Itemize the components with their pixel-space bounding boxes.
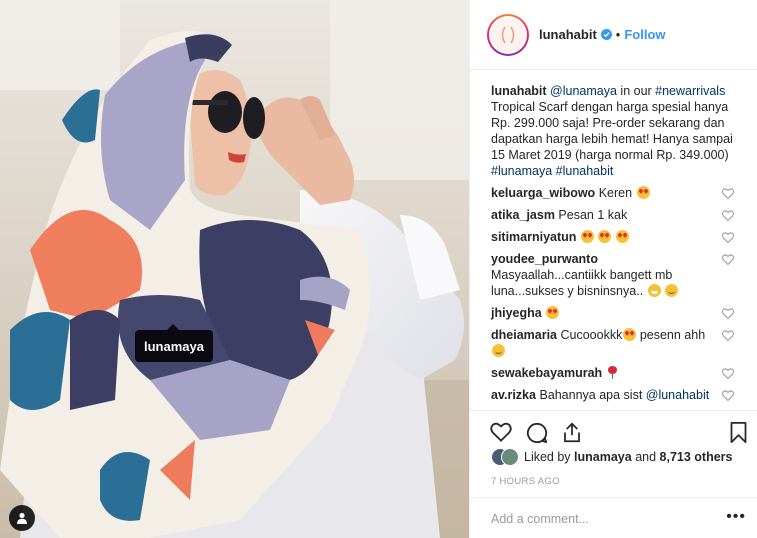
- comment-row: dheiamaria Cucoookkk pesenn ahh: [491, 327, 742, 359]
- scarf-model-image: [0, 0, 469, 538]
- heart-eyes-emoji-icon: [636, 186, 650, 199]
- comment-row: atika_jasm Pesan 1 kak: [491, 207, 742, 223]
- liker-avatar: [501, 448, 519, 466]
- post-actions: Liked by lunamaya and 8,713 others 7 HOU…: [470, 410, 757, 538]
- heart-eyes-emoji-icon: [546, 306, 560, 319]
- comment-icon[interactable]: [526, 422, 548, 444]
- comment-username[interactable]: jhiyegha: [491, 306, 542, 320]
- caption-hashtag-newarrivals[interactable]: #newarrivals: [655, 84, 725, 98]
- comment-like-heart-icon[interactable]: [722, 330, 734, 341]
- comment-text: Pesan 1 kak: [558, 208, 628, 222]
- comment-username[interactable]: keluarga_wibowo: [491, 186, 595, 200]
- post-side-panel: lunahabit • Follow lunahabit @lunamaya i…: [469, 0, 757, 538]
- brand-logo-icon: [501, 26, 515, 43]
- caption-username[interactable]: lunahabit: [491, 84, 547, 98]
- comment-like-heart-icon[interactable]: [722, 188, 734, 199]
- heart-eyes-emoji-icon: [615, 230, 629, 243]
- post-header: lunahabit • Follow: [470, 0, 757, 70]
- heart-eyes-emoji-icon: [580, 230, 594, 243]
- comment-row: sitimarniyatun: [491, 229, 742, 245]
- comment-row: jhiyegha: [491, 305, 742, 321]
- caption-mention[interactable]: @lunamaya: [550, 84, 617, 98]
- post-timestamp[interactable]: 7 HOURS AGO: [491, 476, 560, 487]
- comment-text-after: pesenn ahh: [636, 328, 706, 342]
- header-separator: •: [615, 27, 621, 42]
- comment-like-heart-icon[interactable]: [722, 308, 734, 319]
- caption-hashtag-lunamaya[interactable]: #lunamaya: [491, 164, 552, 178]
- likes-count[interactable]: 8,713 others: [660, 450, 733, 464]
- smile-emoji-icon: [665, 284, 679, 297]
- comment-like-heart-icon[interactable]: [722, 210, 734, 221]
- likes-middle: and: [635, 450, 657, 464]
- comment-like-heart-icon[interactable]: [722, 254, 734, 265]
- heart-eyes-emoji-icon: [623, 328, 637, 341]
- bookmark-icon[interactable]: [730, 422, 747, 443]
- add-comment-bar: •••: [470, 497, 757, 538]
- likes-user[interactable]: lunamaya: [574, 450, 632, 464]
- comment-text: Bahannya apa sist: [539, 388, 646, 402]
- comment-like-heart-icon[interactable]: [722, 390, 734, 401]
- comment-mention[interactable]: @lunahabit: [646, 388, 709, 402]
- comment-row: keluarga_wibowo Keren: [491, 185, 742, 201]
- comment-username[interactable]: youdee_purwanto: [491, 252, 598, 266]
- comment-text: Cucoookkk: [560, 328, 623, 342]
- header-username[interactable]: lunahabit: [539, 27, 597, 42]
- wink-emoji-icon: [492, 344, 505, 357]
- comments-list[interactable]: lunahabit @lunamaya in our #newarrivals …: [470, 70, 757, 410]
- comment-text: Masyaallah...cantiikk bangett mb luna...…: [491, 268, 673, 298]
- comment-input[interactable]: [491, 511, 711, 526]
- action-bar: [490, 416, 748, 450]
- likes-prefix: Liked by: [524, 450, 571, 464]
- rose-emoji-icon: [607, 366, 617, 379]
- verified-badge-icon: [600, 29, 612, 40]
- more-options-icon[interactable]: •••: [726, 509, 746, 525]
- likes-summary[interactable]: Liked by lunamaya and 8,713 others: [491, 448, 733, 466]
- comment-username[interactable]: dheiamaria: [491, 328, 557, 342]
- caption-text-1: in our: [616, 84, 656, 98]
- comment-username[interactable]: sitimarniyatun: [491, 230, 576, 244]
- comment-text: Keren: [598, 186, 633, 200]
- comment-row: youdee_purwanto Masyaallah...cantiikk ba…: [491, 251, 742, 299]
- user-tag-icon[interactable]: [9, 505, 35, 531]
- grin-emoji-icon: [647, 284, 661, 297]
- comment-username[interactable]: atika_jasm: [491, 208, 555, 222]
- comment-username[interactable]: av.rizka: [491, 388, 536, 402]
- comment-like-heart-icon[interactable]: [722, 368, 734, 379]
- comment-row: av.rizka Bahannya apa sist @lunahabit: [491, 387, 742, 403]
- post-caption: lunahabit @lunamaya in our #newarrivals …: [491, 83, 742, 179]
- comment-row: sewakebayamurah: [491, 365, 742, 381]
- caption-hashtag-lunahabit[interactable]: #lunahabit: [556, 164, 614, 178]
- avatar[interactable]: [487, 13, 529, 56]
- comment-like-heart-icon[interactable]: [722, 232, 734, 243]
- comment-username[interactable]: sewakebayamurah: [491, 366, 602, 380]
- post-photo[interactable]: lunamaya: [0, 0, 469, 538]
- heart-eyes-emoji-icon: [598, 230, 612, 243]
- share-icon[interactable]: [562, 422, 582, 443]
- heart-icon[interactable]: [490, 422, 512, 442]
- photo-user-tag-label: lunamaya: [144, 338, 204, 354]
- caption-text-2: Tropical Scarf dengan harga spesial hany…: [491, 100, 733, 162]
- person-icon: [17, 512, 27, 524]
- follow-button[interactable]: Follow: [624, 27, 665, 42]
- photo-user-tag[interactable]: lunamaya: [135, 324, 213, 362]
